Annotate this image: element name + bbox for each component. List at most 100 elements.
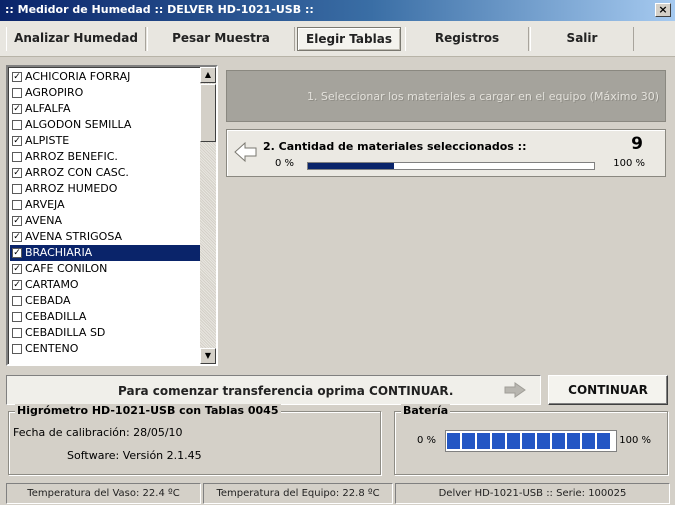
battery-cell xyxy=(447,433,460,449)
list-item[interactable]: ✓ ARROZ CON CASC. xyxy=(10,165,200,181)
tab-analizar-humedad[interactable]: Analizar Humedad xyxy=(6,27,146,51)
checkbox-unchecked-icon[interactable] xyxy=(12,184,22,194)
calibration-date: Fecha de calibración: 28/05/10 xyxy=(13,426,183,439)
menu-bar: Analizar Humedad Pesar Muestra Elegir Ta… xyxy=(0,21,675,57)
device-temperature: Temperatura del Equipo: 22.8 ºC xyxy=(203,483,393,504)
list-item[interactable]: ✓ ALPISTE xyxy=(10,133,200,149)
step2-panel: 2. Cantidad de materiales seleccionados … xyxy=(226,129,666,177)
materials-list-items: ✓ ACHICORIA FORRAJ AGROPIRO ✓ ALFALFA ALGODON… xyxy=(10,69,200,357)
continuar-button[interactable]: CONTINUAR xyxy=(548,375,668,405)
step1-instruction: 1. Seleccionar los materiales a cargar e… xyxy=(306,90,659,103)
list-item[interactable]: ✓ ALFALFA xyxy=(10,101,200,117)
list-item-label: ARROZ CON CASC. xyxy=(25,166,129,179)
list-item-label: ALGODON SEMILLA xyxy=(25,118,132,131)
list-item[interactable]: CENTENO xyxy=(10,341,200,357)
list-item-label: CAFE CONILON xyxy=(25,262,108,275)
checkbox-unchecked-icon[interactable] xyxy=(12,88,22,98)
checkbox-checked-icon[interactable]: ✓ xyxy=(12,248,22,258)
close-button[interactable]: × xyxy=(655,3,671,17)
list-item[interactable]: ARROZ BENEFIC. xyxy=(10,149,200,165)
checkbox-checked-icon[interactable]: ✓ xyxy=(12,232,22,242)
list-item-label: AVENA xyxy=(25,214,63,227)
list-item-label: BRACHIARIA xyxy=(25,246,93,259)
checkbox-unchecked-icon[interactable] xyxy=(12,120,22,130)
device-info-legend: Higrómetro HD-1021-USB con Tablas 0045 xyxy=(15,404,281,417)
list-item[interactable]: CEBADILLA SD xyxy=(10,325,200,341)
list-item[interactable]: ✓ BRACHIARIA xyxy=(10,245,200,261)
list-item-label: AGROPIRO xyxy=(25,86,84,99)
list-item[interactable]: ALGODON SEMILLA xyxy=(10,117,200,133)
selection-progress-bar xyxy=(307,162,595,170)
tab-registros[interactable]: Registros xyxy=(405,27,529,51)
window-title: :: Medidor de Humedad :: DELVER HD-1021-… xyxy=(5,3,314,16)
checkbox-checked-icon[interactable]: ✓ xyxy=(12,104,22,114)
battery-cell xyxy=(492,433,505,449)
list-item[interactable]: CEBADILLA xyxy=(10,309,200,325)
list-scrollbar[interactable]: ▲ ▼ xyxy=(200,67,216,364)
device-serial: Delver HD-1021-USB :: Serie: 100025 xyxy=(395,483,670,504)
list-item-label: ARROZ HUMEDO xyxy=(25,182,118,195)
main-window: Analizar Humedad Pesar Muestra Elegir Ta… xyxy=(0,21,675,505)
list-item[interactable]: ✓ AVENA xyxy=(10,213,200,229)
checkbox-checked-icon[interactable]: ✓ xyxy=(12,280,22,290)
list-item[interactable]: ✓ CARTAMO xyxy=(10,277,200,293)
battery-min-label: 0 % xyxy=(417,435,437,446)
list-item[interactable]: AGROPIRO xyxy=(10,85,200,101)
software-version: Software: Versión 2.1.45 xyxy=(67,449,202,462)
checkbox-unchecked-icon[interactable] xyxy=(12,312,22,322)
tab-salir[interactable]: Salir xyxy=(530,27,634,51)
battery-legend: Batería xyxy=(401,404,451,417)
checkbox-checked-icon[interactable]: ✓ xyxy=(12,264,22,274)
battery-max-label: 100 % xyxy=(619,435,651,446)
battery-level-meter xyxy=(445,430,617,452)
list-item[interactable]: CEBADA xyxy=(10,293,200,309)
list-item[interactable]: ✓ ACHICORIA FORRAJ xyxy=(10,69,200,85)
scroll-thumb[interactable] xyxy=(200,84,216,142)
list-item-label: CEBADA xyxy=(25,294,71,307)
list-item-label: ARVEJA xyxy=(25,198,65,211)
scroll-up-arrow-icon[interactable]: ▲ xyxy=(200,67,216,83)
battery-cell xyxy=(507,433,520,449)
checkbox-unchecked-icon[interactable] xyxy=(12,328,22,338)
progress-max-label: 100 % xyxy=(613,158,645,169)
selected-count-value: 9 xyxy=(631,134,643,154)
materials-list[interactable]: ✓ ACHICORIA FORRAJ AGROPIRO ✓ ALFALFA ALGODON… xyxy=(6,65,218,366)
checkbox-unchecked-icon[interactable] xyxy=(12,344,22,354)
tab-elegir-tablas[interactable]: Elegir Tablas xyxy=(297,27,401,51)
battery-cell xyxy=(582,433,595,449)
transfer-message-bar: Para comenzar transferencia oprima CONTI… xyxy=(6,375,541,405)
arrow-right-icon xyxy=(504,382,526,401)
battery-cell xyxy=(567,433,580,449)
progress-min-label: 0 % xyxy=(275,158,295,169)
list-item[interactable]: ✓ CAFE CONILON xyxy=(10,261,200,277)
battery-cell xyxy=(462,433,475,449)
list-item-label: ALFALFA xyxy=(25,102,71,115)
tab-pesar-muestra[interactable]: Pesar Muestra xyxy=(147,27,295,51)
checkbox-checked-icon[interactable]: ✓ xyxy=(12,216,22,226)
scroll-down-arrow-icon[interactable]: ▼ xyxy=(200,348,216,364)
selection-progress-fill xyxy=(308,163,394,169)
arrow-left-icon xyxy=(234,141,258,166)
transfer-message: Para comenzar transferencia oprima CONTI… xyxy=(118,384,454,398)
list-item[interactable]: ARVEJA xyxy=(10,197,200,213)
list-item-label: AVENA STRIGOSA xyxy=(25,230,123,243)
list-item-label: CEBADILLA SD xyxy=(25,326,106,339)
list-item-label: ALPISTE xyxy=(25,134,70,147)
step1-panel: 1. Seleccionar los materiales a cargar e… xyxy=(226,70,666,122)
checkbox-unchecked-icon[interactable] xyxy=(12,200,22,210)
battery-cell xyxy=(522,433,535,449)
vessel-temperature: Temperatura del Vaso: 22.4 ºC xyxy=(6,483,201,504)
status-bar: Temperatura del Vaso: 22.4 ºC Temperatur… xyxy=(0,481,675,505)
checkbox-unchecked-icon[interactable] xyxy=(12,296,22,306)
checkbox-checked-icon[interactable]: ✓ xyxy=(12,168,22,178)
list-item[interactable]: ✓ AVENA STRIGOSA xyxy=(10,229,200,245)
battery-cell xyxy=(537,433,550,449)
checkbox-checked-icon[interactable]: ✓ xyxy=(12,72,22,82)
list-item-label: CEBADILLA xyxy=(25,310,87,323)
list-item-label: CARTAMO xyxy=(25,278,79,291)
checkbox-unchecked-icon[interactable] xyxy=(12,152,22,162)
title-bar: :: Medidor de Humedad :: DELVER HD-1021-… xyxy=(0,0,675,21)
list-item-label: ACHICORIA FORRAJ xyxy=(25,70,131,83)
checkbox-checked-icon[interactable]: ✓ xyxy=(12,136,22,146)
list-item[interactable]: ARROZ HUMEDO xyxy=(10,181,200,197)
